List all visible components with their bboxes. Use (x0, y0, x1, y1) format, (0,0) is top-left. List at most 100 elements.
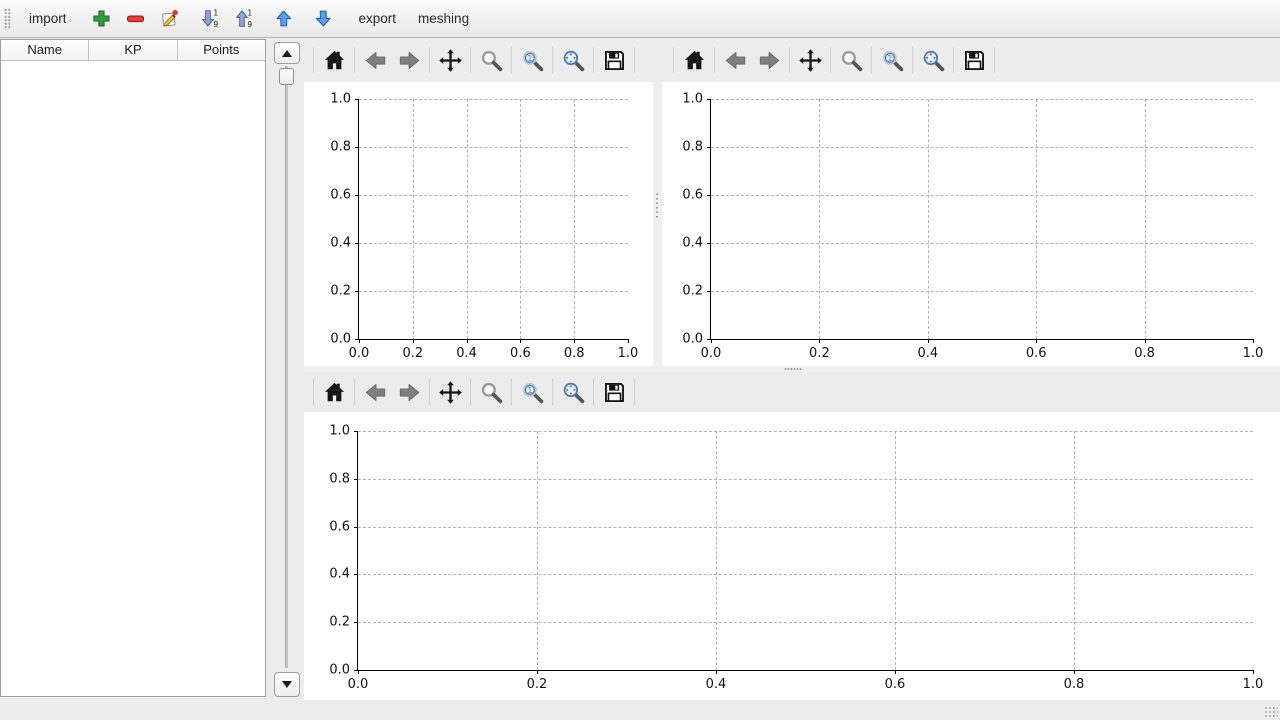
y-tick-label: 0.2 (682, 284, 703, 299)
x-tick-label: 0.0 (349, 346, 370, 361)
y-tick-mark (354, 431, 358, 432)
plot-canvas-bottom[interactable]: 0.00.20.40.60.81.00.00.20.40.60.81.0 (304, 412, 1280, 700)
window-resize-grip-icon[interactable] (1264, 706, 1278, 718)
column-header-points[interactable]: Points (178, 40, 265, 60)
scroll-up-button[interactable] (274, 42, 300, 64)
back-arrow-icon (363, 48, 388, 73)
magnifier-fit-icon (561, 48, 586, 73)
floppy-save-icon (962, 48, 987, 73)
home-button[interactable] (317, 375, 351, 409)
save-figure-button[interactable] (597, 43, 631, 77)
y-tick-label: 0.8 (330, 140, 351, 155)
zoom-original-button[interactable] (515, 375, 549, 409)
items-table: Name KP Points (0, 39, 266, 697)
table-body-empty[interactable] (1, 61, 265, 696)
forward-button[interactable] (392, 375, 426, 409)
sort-descending-button[interactable] (196, 5, 224, 33)
x-tick-label: 1.0 (1243, 346, 1264, 361)
magnifier-icon (839, 48, 864, 73)
edit-button[interactable] (156, 5, 184, 33)
vertical-sash[interactable] (653, 82, 662, 366)
x-tick-mark (1253, 670, 1254, 674)
x-tick-label: 0.4 (456, 346, 477, 361)
plot-canvas-top-right[interactable]: 0.00.20.40.60.81.00.00.20.40.60.81.0 (662, 82, 1280, 366)
y-tick-label: 1.0 (682, 92, 703, 107)
x-tick-label: 0.2 (527, 677, 548, 692)
scrollbar-track[interactable] (285, 66, 288, 668)
x-tick-mark (520, 339, 521, 343)
gridline-horizontal (359, 99, 628, 100)
gridline-vertical (716, 431, 717, 670)
y-tick-mark (355, 339, 359, 340)
edit-icon (160, 9, 179, 28)
table-scrollbar (266, 38, 304, 698)
home-button[interactable] (317, 43, 351, 77)
sash-grip-icon (784, 368, 802, 370)
y-tick-label: 0.6 (330, 188, 351, 203)
plot-toolbar-top-right (662, 38, 1280, 82)
zoom-original-button[interactable] (875, 43, 909, 77)
pan-button[interactable] (433, 375, 467, 409)
back-button[interactable] (358, 43, 392, 77)
move-down-button[interactable] (310, 5, 338, 33)
scroll-down-button[interactable] (274, 672, 300, 697)
zoom-rect-button[interactable] (474, 43, 508, 77)
column-header-kp[interactable]: KP (89, 40, 177, 60)
pan-button[interactable] (433, 43, 467, 77)
y-tick-mark (707, 339, 711, 340)
back-button[interactable] (718, 43, 752, 77)
gridline-horizontal (358, 479, 1253, 480)
plot-area: 0.00.20.40.60.81.00.00.20.40.60.81.0 (710, 99, 1253, 340)
y-tick-mark (354, 527, 358, 528)
column-header-name[interactable]: Name (1, 40, 89, 60)
gridline-vertical (1074, 431, 1075, 670)
save-figure-button[interactable] (597, 375, 631, 409)
back-button[interactable] (358, 375, 392, 409)
scrollbar-thumb[interactable] (279, 68, 294, 85)
zoom-rect-button[interactable] (474, 375, 508, 409)
add-button[interactable] (88, 5, 116, 33)
x-tick-label: 1.0 (618, 346, 639, 361)
pan-button[interactable] (793, 43, 827, 77)
y-tick-mark (707, 195, 711, 196)
plot-canvas-top-left[interactable]: 0.00.20.40.60.81.00.00.20.40.60.81.0 (304, 82, 653, 366)
gridline-horizontal (358, 431, 1253, 432)
gridline-horizontal (711, 99, 1253, 100)
zoom-fit-button[interactable] (556, 43, 590, 77)
remove-button[interactable] (122, 5, 150, 33)
menu-export[interactable]: export (351, 5, 405, 32)
home-icon (322, 380, 347, 405)
x-tick-mark (628, 339, 629, 343)
gridline-vertical (819, 99, 820, 339)
gridline-horizontal (358, 574, 1253, 575)
gridline-vertical (574, 99, 575, 339)
zoom-rect-button[interactable] (834, 43, 868, 77)
home-button[interactable] (677, 43, 711, 77)
plus-icon (92, 9, 111, 28)
x-tick-label: 0.6 (1026, 346, 1047, 361)
move-up-button[interactable] (270, 5, 298, 33)
magnifier-icon (479, 48, 504, 73)
x-tick-label: 0.8 (1064, 677, 1085, 692)
gridline-vertical (413, 99, 414, 339)
menu-import[interactable]: import (21, 5, 75, 32)
zoom-fit-button[interactable] (916, 43, 950, 77)
forward-button[interactable] (392, 43, 426, 77)
menu-meshing[interactable]: meshing (410, 5, 477, 32)
y-tick-label: 0.4 (329, 567, 350, 582)
sort-ascending-button[interactable] (230, 5, 258, 33)
zoom-original-button[interactable] (515, 43, 549, 77)
x-tick-mark (1036, 339, 1037, 343)
save-figure-button[interactable] (957, 43, 991, 77)
x-tick-mark (716, 670, 717, 674)
gridline-horizontal (711, 243, 1253, 244)
plot-toolbar-top-left (304, 38, 653, 82)
home-icon (322, 48, 347, 73)
arrow-up-icon (274, 9, 293, 28)
y-tick-label: 1.0 (329, 424, 350, 439)
forward-button[interactable] (752, 43, 786, 77)
minus-icon (126, 9, 145, 28)
zoom-fit-button[interactable] (556, 375, 590, 409)
toolbar-drag-handle[interactable] (4, 8, 11, 30)
gridline-horizontal (711, 291, 1253, 292)
